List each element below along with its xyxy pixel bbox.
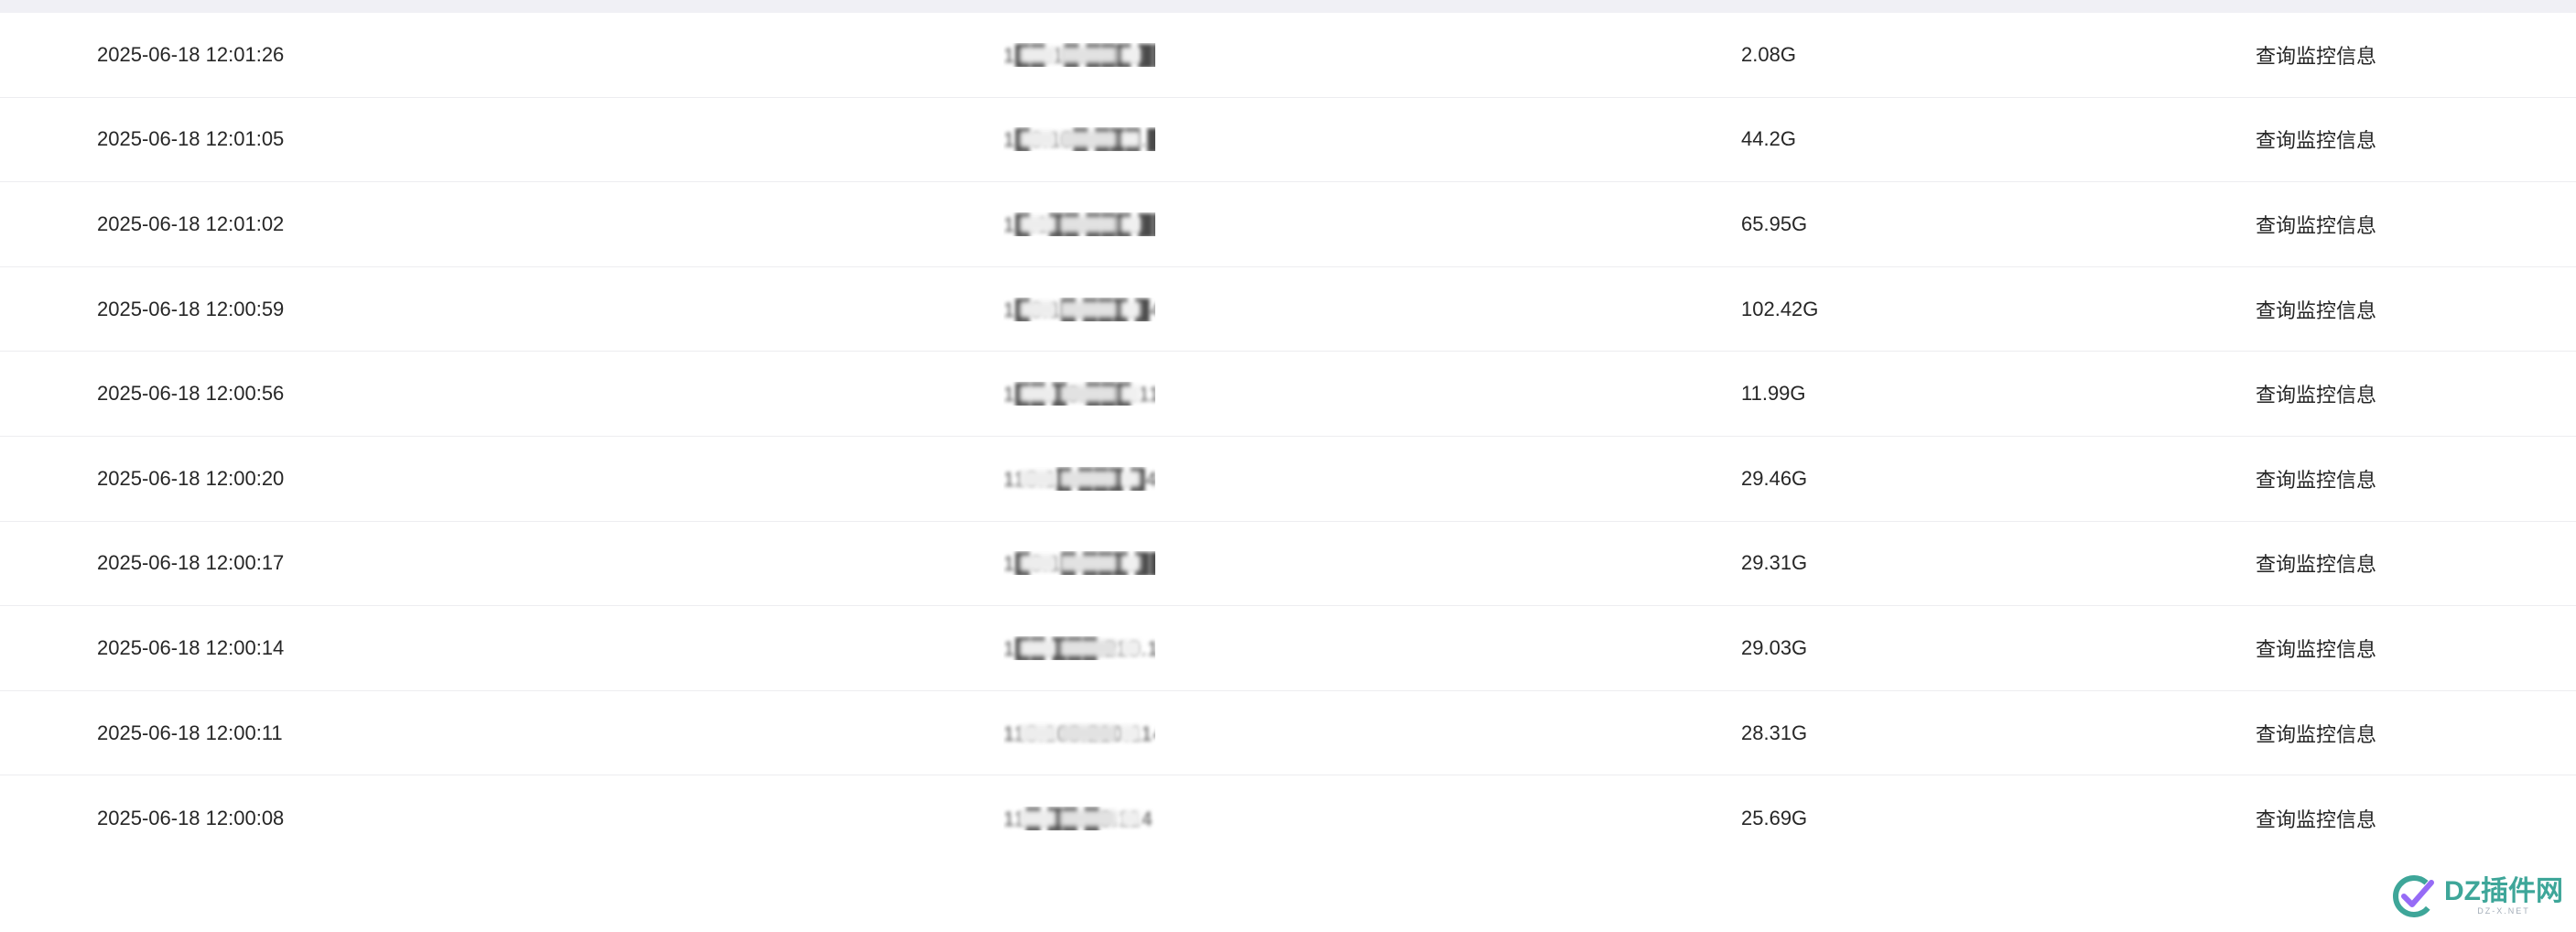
table-row: 2025-06-18 12:01:26 1██.1█.███.██4 2.08G 查询…	[0, 13, 2576, 98]
redaction-block	[1020, 385, 1056, 403]
query-monitor-link[interactable]: 查询监控信息	[2256, 182, 2376, 266]
redaction-block	[1020, 809, 1056, 827]
redaction-block	[1060, 555, 1117, 572]
redaction-block	[1060, 385, 1117, 403]
masked-ip: 110.1█.███.█4	[1003, 467, 1155, 491]
table-row: 2025-06-18 12:00:08 11█.██.█0.114 25.69G 查询…	[0, 775, 2576, 861]
redaction-block	[1120, 555, 1141, 572]
cell-time: 2025-06-18 12:01:26	[97, 42, 285, 66]
monitor-table: 2025-06-18 12:01:26 1██.1█.███.██4 2.08G 查询…	[0, 13, 2576, 861]
cell-ip: 1█0.1█.███.█4	[1003, 267, 1155, 352]
cell-time: 2025-06-18 12:00:20	[97, 466, 285, 490]
redaction-block	[1060, 639, 1117, 656]
redaction-block	[1020, 470, 1056, 487]
redaction-block	[1120, 300, 1141, 318]
cell-size: 29.03G	[1741, 635, 1808, 659]
query-monitor-link[interactable]: 查询监控信息	[2256, 606, 2376, 690]
query-monitor-link[interactable]: 查询监控信息	[2256, 98, 2376, 182]
table-row: 2025-06-18 12:00:20 110.1█.███.█4 29.46G 查询…	[0, 437, 2576, 522]
redaction-block	[1020, 555, 1056, 572]
masked-ip: 1█.1██.███.██	[1003, 212, 1155, 236]
redaction-block	[1120, 215, 1141, 233]
redaction-block	[1060, 724, 1117, 742]
redaction-block	[1060, 46, 1117, 63]
cell-size: 25.69G	[1741, 806, 1808, 829]
query-monitor-link[interactable]: 查询监控信息	[2256, 522, 2376, 606]
query-monitor-link[interactable]: 查询监控信息	[2256, 352, 2376, 436]
cell-size: 29.31G	[1741, 551, 1808, 575]
cell-ip: 11█.██.█0.114	[1003, 775, 1155, 861]
cell-size: 44.2G	[1741, 127, 1796, 151]
masked-ip: 1█0.1█.███.█4	[1003, 298, 1155, 321]
cell-time: 2025-06-18 12:00:14	[97, 635, 285, 659]
cell-ip: 1██.1█.███.██4	[1003, 13, 1155, 97]
dz-watermark-logo: DZ插件网 DZ-X.NET	[2391, 870, 2571, 923]
cell-ip: 1██.█0.███.114	[1003, 352, 1155, 436]
masked-ip: 1██.███.210.114	[1003, 636, 1155, 660]
cell-time: 2025-06-18 12:01:02	[97, 211, 285, 235]
masked-ip: 1█0.1█.███.██	[1003, 551, 1155, 575]
cell-size: 102.42G	[1741, 297, 1819, 320]
cell-ip: 110.100.210.114	[1003, 691, 1155, 775]
cell-time: 2025-06-18 12:00:11	[97, 721, 283, 744]
redaction-block	[1020, 215, 1056, 233]
masked-ip: 1█0.10█.███.█14	[1003, 127, 1155, 151]
cell-size: 29.46G	[1741, 466, 1808, 490]
table-row: 2025-06-18 12:01:05 1█0.10█.███.█14 44.2G 查…	[0, 98, 2576, 183]
table-row: 2025-06-18 12:00:11 110.100.210.114 28.31G…	[0, 691, 2576, 776]
redaction-block	[1060, 131, 1117, 148]
redaction-block	[1060, 470, 1117, 487]
check-logo-icon	[2393, 875, 2435, 917]
redaction-block	[1020, 639, 1056, 656]
redaction-block	[1020, 724, 1056, 742]
redaction-block	[1120, 385, 1141, 403]
query-monitor-link[interactable]: 查询监控信息	[2256, 267, 2376, 352]
masked-ip: 110.100.210.114	[1003, 721, 1155, 745]
masked-ip: 11█.██.█0.114	[1003, 807, 1155, 830]
cell-ip: 1█0.10█.███.█14	[1003, 98, 1155, 182]
redaction-block	[1120, 639, 1141, 656]
query-monitor-link[interactable]: 查询监控信息	[2256, 691, 2376, 775]
monitor-page: 2025-06-18 12:01:26 1██.1█.███.██4 2.08G 查询…	[0, 0, 2576, 932]
cell-ip: 1█.1██.███.██	[1003, 182, 1155, 266]
redaction-block	[1120, 470, 1141, 487]
watermark-subtitle: DZ-X.NET	[2477, 906, 2530, 916]
redaction-block	[1020, 300, 1056, 318]
redaction-block	[1120, 809, 1141, 827]
query-monitor-link[interactable]: 查询监控信息	[2256, 775, 2376, 861]
redaction-block	[1060, 809, 1117, 827]
redaction-block	[1060, 215, 1117, 233]
cell-size: 11.99G	[1741, 382, 1806, 406]
table-row: 2025-06-18 12:00:14 1██.███.210.114 29.03G…	[0, 606, 2576, 691]
query-monitor-link[interactable]: 查询监控信息	[2256, 13, 2376, 97]
cell-ip: 110.1█.███.█4	[1003, 437, 1155, 521]
cell-time: 2025-06-18 12:01:05	[97, 127, 285, 151]
redaction-block	[1120, 724, 1141, 742]
masked-ip: 1██.█0.███.114	[1003, 382, 1155, 406]
cell-ip: 1█0.1█.███.██	[1003, 522, 1155, 606]
redaction-block	[1020, 46, 1056, 63]
redaction-block	[1120, 131, 1141, 148]
table-row: 2025-06-18 12:01:02 1█.1██.███.██ 65.95G 查询…	[0, 182, 2576, 267]
table-header-band	[0, 0, 2576, 13]
cell-ip: 1██.███.210.114	[1003, 606, 1155, 690]
table-row: 2025-06-18 12:00:59 1█0.1█.███.█4 102.42G 查…	[0, 267, 2576, 352]
watermark-title: DZ插件网	[2444, 876, 2563, 906]
query-monitor-link[interactable]: 查询监控信息	[2256, 437, 2376, 521]
table-row: 2025-06-18 12:00:17 1█0.1█.███.██ 29.31G 查询…	[0, 522, 2576, 607]
table-row: 2025-06-18 12:00:56 1██.█0.███.114 11.99G 查…	[0, 352, 2576, 437]
cell-size: 28.31G	[1741, 721, 1808, 744]
cell-time: 2025-06-18 12:00:17	[97, 551, 285, 575]
cell-time: 2025-06-18 12:00:08	[97, 806, 285, 829]
redaction-block	[1120, 46, 1141, 63]
redaction-block	[1060, 300, 1117, 318]
cell-size: 2.08G	[1741, 42, 1796, 66]
redaction-block	[1020, 131, 1056, 148]
masked-ip: 1██.1█.███.██4	[1003, 43, 1155, 67]
cell-time: 2025-06-18 12:00:56	[97, 382, 285, 406]
cell-time: 2025-06-18 12:00:59	[97, 297, 285, 320]
cell-size: 65.95G	[1741, 211, 1808, 235]
